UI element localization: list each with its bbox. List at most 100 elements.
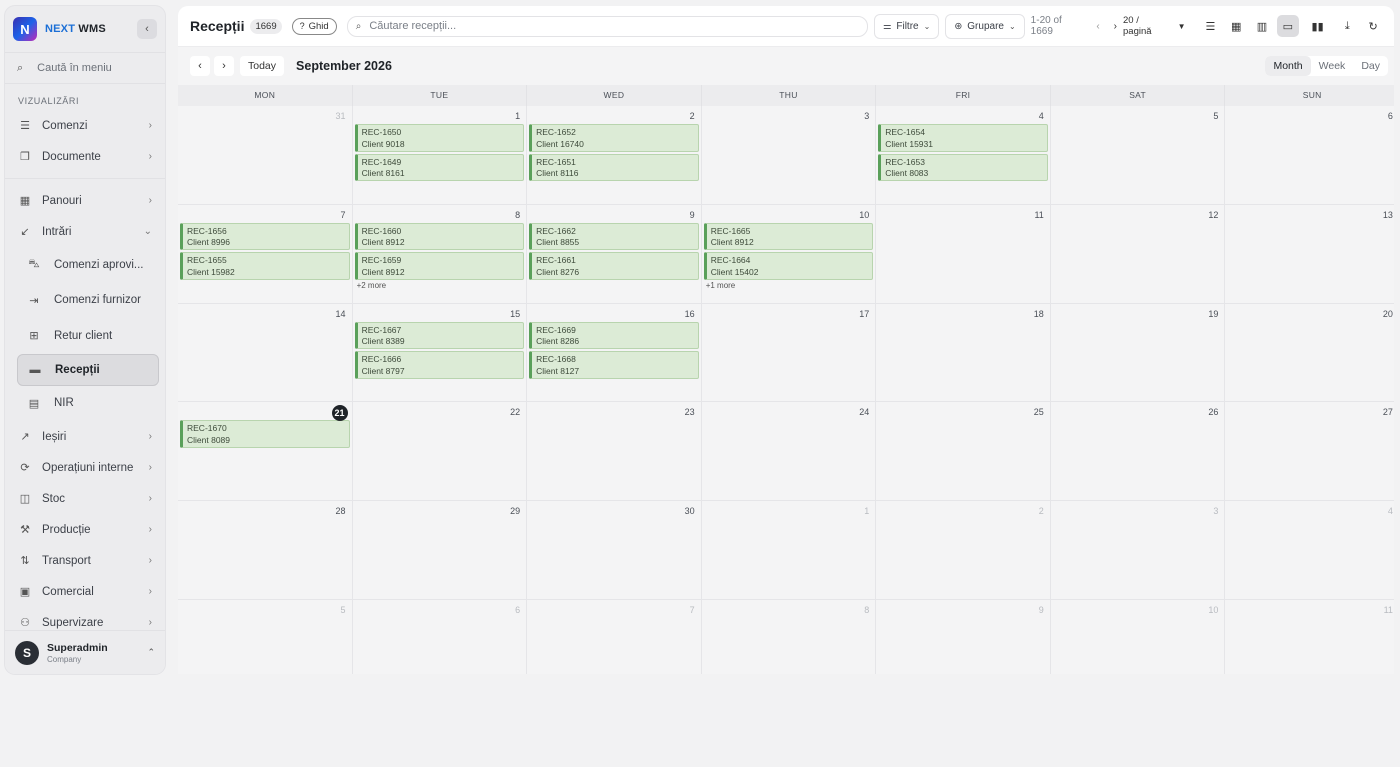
- calendar-day-cell[interactable]: 26: [1050, 402, 1226, 502]
- calendar-event[interactable]: REC-1660 Client 8912: [354, 222, 525, 251]
- view-month-button[interactable]: Month: [1265, 56, 1311, 76]
- calendar-day-cell[interactable]: 21 REC-1670 Client 8089: [178, 402, 353, 502]
- calendar-day-cell[interactable]: 3: [1050, 501, 1226, 600]
- calendar-day-cell[interactable]: 14: [178, 303, 353, 403]
- calendar-day-cell[interactable]: 7: [527, 599, 702, 674]
- refresh-button[interactable]: ↻: [1362, 15, 1384, 37]
- calendar-day-cell[interactable]: 1 REC-1650 Client 9018 REC-1649 Client 8161: [352, 106, 528, 205]
- sidebar-item-panouri[interactable]: ▦ Panouri ›: [5, 185, 165, 216]
- calendar-day-cell[interactable]: 12: [1050, 204, 1226, 304]
- more-events-link[interactable]: +1 more: [704, 281, 874, 290]
- calendar-day-cell[interactable]: 4 REC-1654 Client 15931 REC-1653 Client 8083: [876, 106, 1051, 205]
- calendar-day-cell[interactable]: 23: [527, 402, 702, 502]
- next-page-button[interactable]: ›: [1114, 21, 1117, 32]
- group-button[interactable]: ⊛ Grupare ⌄: [945, 13, 1025, 39]
- calendar-day-cell[interactable]: 18: [876, 303, 1051, 403]
- sidebar-item-intrari[interactable]: ↙ Intrări ⌄: [5, 216, 165, 247]
- today-button[interactable]: Today: [240, 56, 285, 76]
- view-week-button[interactable]: Week: [1311, 56, 1354, 76]
- view-day-button[interactable]: Day: [1353, 56, 1388, 76]
- calendar-day-cell[interactable]: 16 REC-1669 Client 8286 REC-1668 Client 8127: [527, 303, 702, 403]
- calendar-day-cell[interactable]: 13: [1225, 204, 1394, 304]
- calendar-day-cell[interactable]: 3: [701, 106, 877, 205]
- calendar-event[interactable]: REC-1649 Client 8161: [354, 153, 525, 181]
- more-events-link[interactable]: +2 more: [355, 281, 525, 290]
- calendar-event[interactable]: REC-1654 Client 15931: [878, 124, 1048, 152]
- calendar-day-cell[interactable]: 29: [352, 501, 528, 600]
- calendar-event[interactable]: REC-1653 Client 8083: [878, 153, 1048, 181]
- calendar-day-cell[interactable]: 15 REC-1667 Client 8389 REC-1666 Client 8797: [352, 303, 528, 403]
- calendar-day-cell[interactable]: 11: [876, 204, 1051, 304]
- calendar-event[interactable]: REC-1662 Client 8855: [529, 222, 699, 251]
- calendar-event[interactable]: REC-1668 Client 8127: [529, 351, 699, 379]
- sidebar-item-stoc[interactable]: ◫ Stoc ›: [5, 483, 165, 514]
- download-button[interactable]: ⤓: [1336, 15, 1358, 37]
- sidebar-item-documente[interactable]: ❐ Documente ›: [5, 141, 165, 172]
- calendar-day-cell[interactable]: 6: [1225, 106, 1394, 205]
- caret-down-icon[interactable]: ▼: [1178, 22, 1186, 31]
- search-input[interactable]: [369, 20, 859, 32]
- sidebar-item-comercial[interactable]: ▣ Comercial ›: [5, 576, 165, 607]
- sidebar-subitem-comenzi-furnizor[interactable]: ⇥ Comenzi furnizor: [5, 283, 165, 319]
- calendar-day-cell[interactable]: 4: [1225, 501, 1394, 600]
- sidebar-subitem-receptii[interactable]: ▬ Recepții: [17, 353, 159, 386]
- filters-button[interactable]: ⚌ Filtre ⌄: [873, 13, 940, 39]
- user-menu[interactable]: S Superadmin Company ⌃: [5, 630, 165, 674]
- calendar-day-cell[interactable]: 8: [701, 599, 877, 674]
- columns-button[interactable]: ▮▮: [1307, 15, 1329, 37]
- calendar-event[interactable]: REC-1652 Client 16740: [529, 124, 699, 152]
- calendar-day-cell[interactable]: 24: [701, 402, 877, 502]
- calendar-day-cell[interactable]: 9 REC-1662 Client 8855 REC-1661 Client 8276: [527, 204, 702, 304]
- calendar-day-cell[interactable]: 30: [527, 501, 702, 600]
- calendar-day-cell[interactable]: 27: [1225, 402, 1394, 502]
- sidebar-subitem-comenzi-aprovizionare[interactable]: ⛍ Comenzi aprovi...: [5, 247, 165, 283]
- per-page-select[interactable]: 20 / pagină: [1123, 15, 1170, 37]
- calendar-event[interactable]: REC-1659 Client 8912: [354, 252, 525, 280]
- calendar-day-cell[interactable]: 22: [352, 402, 528, 502]
- calendar-day-cell[interactable]: 11: [1225, 599, 1394, 674]
- calendar-day-cell[interactable]: 5: [178, 599, 353, 674]
- calendar-day-cell[interactable]: 19: [1050, 303, 1226, 403]
- prev-page-button[interactable]: ‹: [1096, 21, 1099, 32]
- grid-view-button[interactable]: ▦: [1225, 15, 1247, 37]
- calendar-event[interactable]: REC-1664 Client 15402: [703, 252, 874, 280]
- sidebar-item-operatiuni-interne[interactable]: ⟳ Operațiuni interne ›: [5, 452, 165, 483]
- calendar-event[interactable]: REC-1656 Client 8996: [180, 222, 350, 251]
- calendar-event[interactable]: REC-1665 Client 8912: [703, 222, 874, 251]
- calendar-day-cell[interactable]: 9: [876, 599, 1051, 674]
- calendar-view-button[interactable]: ▭: [1276, 15, 1299, 37]
- sidebar-item-comenzi[interactable]: ☰ Comenzi ›: [5, 110, 165, 141]
- calendar-day-cell[interactable]: 8 REC-1660 Client 8912 REC-1659 Client 8912 +…: [352, 204, 528, 304]
- calendar-event[interactable]: REC-1669 Client 8286: [529, 321, 699, 350]
- calendar-event[interactable]: REC-1670 Client 8089: [180, 420, 350, 448]
- calendar-day-cell[interactable]: 31: [178, 106, 353, 205]
- calendar-event[interactable]: REC-1666 Client 8797: [354, 351, 525, 379]
- calendar-event[interactable]: REC-1650 Client 9018: [354, 124, 525, 152]
- sidebar-subitem-retur-client[interactable]: ⊞ Retur client: [5, 318, 165, 354]
- calendar-day-cell[interactable]: 2 REC-1652 Client 16740 REC-1651 Client 8116: [527, 106, 702, 205]
- kanban-view-button[interactable]: ▥: [1251, 15, 1273, 37]
- menu-search[interactable]: ⌕ Caută în meniu: [5, 52, 165, 84]
- calendar-event[interactable]: REC-1651 Client 8116: [529, 153, 699, 181]
- calendar-day-cell[interactable]: 28: [178, 501, 353, 600]
- calendar-day-cell[interactable]: 25: [876, 402, 1051, 502]
- calendar-day-cell[interactable]: 1: [701, 501, 877, 600]
- collapse-sidebar-button[interactable]: ‹: [137, 19, 157, 39]
- calendar-event[interactable]: REC-1655 Client 15982: [180, 252, 350, 280]
- sidebar-subitem-nir[interactable]: ▤ NIR: [5, 386, 165, 422]
- sidebar-item-iesiri[interactable]: ↗ Ieșiri ›: [5, 421, 165, 452]
- calendar-day-cell[interactable]: 17: [701, 303, 877, 403]
- sidebar-item-transport[interactable]: ⇅ Transport ›: [5, 545, 165, 576]
- calendar-event[interactable]: REC-1661 Client 8276: [529, 252, 699, 280]
- calendar-day-cell[interactable]: 10 REC-1665 Client 8912 REC-1664 Client 1540…: [701, 204, 877, 304]
- calendar-day-cell[interactable]: 10: [1050, 599, 1226, 674]
- calendar-day-cell[interactable]: 20: [1225, 303, 1394, 403]
- guide-button[interactable]: ? Ghid: [291, 17, 337, 35]
- sidebar-item-productie[interactable]: ⚒ Producție ›: [5, 514, 165, 545]
- list-view-button[interactable]: ☰: [1199, 15, 1221, 37]
- calendar-day-cell[interactable]: 6: [352, 599, 528, 674]
- calendar-day-cell[interactable]: 5: [1050, 106, 1226, 205]
- calendar-day-cell[interactable]: 2: [876, 501, 1051, 600]
- prev-month-button[interactable]: ‹: [190, 56, 210, 76]
- next-month-button[interactable]: ›: [214, 56, 234, 76]
